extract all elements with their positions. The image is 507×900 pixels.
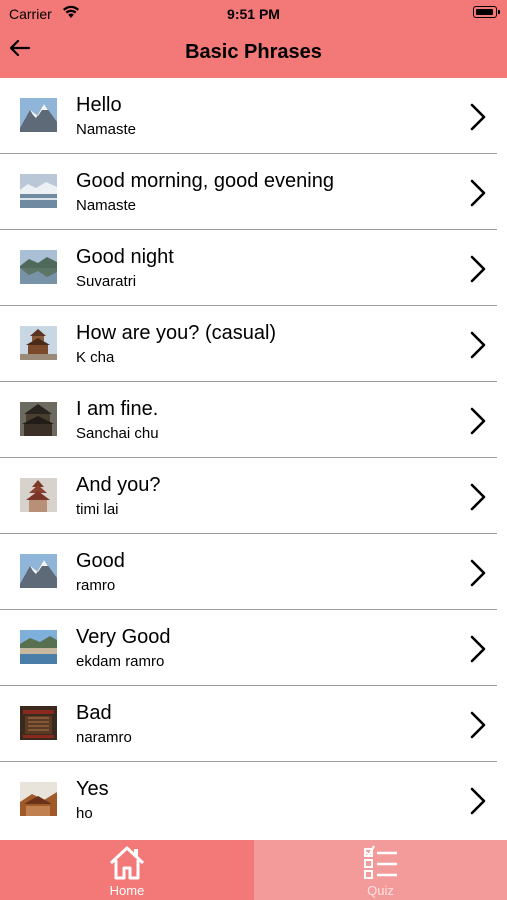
page-title: Basic Phrases	[185, 41, 322, 63]
phrase-translation: Suvaratri	[76, 273, 137, 290]
phrase-title: And you?	[76, 474, 161, 496]
checklist-icon	[361, 843, 401, 888]
phrase-translation: naramro	[76, 729, 132, 746]
chevron-right-icon	[469, 254, 487, 284]
tab-bar: Home Quiz	[0, 840, 507, 900]
phrase-thumbnail	[20, 98, 57, 132]
phrase-thumbnail	[20, 174, 57, 208]
phrase-thumbnail	[20, 706, 57, 740]
battery-icon	[473, 6, 500, 18]
phrase-title: Good morning, good evening	[76, 170, 334, 192]
status-bar: Carrier 9:51 PM	[0, 0, 507, 28]
phrase-title: Hello	[76, 94, 122, 116]
list-item[interactable]: How are you? (casual) K cha	[0, 306, 497, 382]
phrase-thumbnail	[20, 630, 57, 664]
tab-quiz-label: Quiz	[367, 883, 394, 898]
phrase-translation: Sanchai chu	[76, 425, 159, 442]
home-icon	[107, 843, 147, 888]
phrase-translation: timi lai	[76, 501, 119, 518]
chevron-right-icon	[469, 786, 487, 816]
status-time: 9:51 PM	[227, 6, 280, 22]
tab-home[interactable]: Home	[0, 840, 254, 900]
chevron-right-icon	[469, 634, 487, 664]
phrase-title: Yes	[76, 778, 109, 800]
phrase-title: How are you? (casual)	[76, 322, 277, 344]
phrase-translation: ekdam ramro	[76, 653, 165, 670]
phrase-translation: Namaste	[76, 121, 137, 138]
chevron-right-icon	[469, 330, 487, 360]
phrase-title: Good night	[76, 246, 174, 268]
phrase-thumbnail	[20, 326, 57, 360]
phrase-translation: ho	[76, 805, 93, 822]
phrase-translation: Namaste	[76, 197, 137, 214]
chevron-right-icon	[469, 178, 487, 208]
list-item[interactable]: Good ramro	[0, 534, 497, 610]
phrase-title: Good	[76, 550, 125, 572]
phrase-title: Bad	[76, 702, 112, 724]
phrase-thumbnail	[20, 250, 57, 284]
phrase-thumbnail	[20, 478, 57, 512]
phrase-title: I am fine.	[76, 398, 159, 420]
chevron-right-icon	[469, 710, 487, 740]
list-item[interactable]: Good night Suvaratri	[0, 230, 497, 306]
chevron-right-icon	[469, 102, 487, 132]
chevron-right-icon	[469, 406, 487, 436]
tab-quiz[interactable]: Quiz	[254, 840, 507, 900]
navigation-bar: Basic Phrases	[0, 28, 507, 78]
list-item[interactable]: Very Good ekdam ramro	[0, 610, 497, 686]
chevron-right-icon	[469, 558, 487, 588]
list-item[interactable]: And you? timi lai	[0, 458, 497, 534]
phrase-title: Very Good	[76, 626, 171, 648]
phrase-list: Hello Namaste Good morning, good evening Na…	[0, 78, 507, 840]
header: Carrier 9:51 PM Basic Phrases	[0, 0, 507, 78]
list-item[interactable]: I am fine. Sanchai chu	[0, 382, 497, 458]
list-item[interactable]: Hello Namaste	[0, 78, 497, 154]
phrase-thumbnail	[20, 782, 57, 816]
chevron-right-icon	[469, 482, 487, 512]
phrase-translation: K cha	[76, 349, 115, 366]
phrase-translation: ramro	[76, 577, 116, 594]
tab-home-label: Home	[109, 883, 145, 898]
list-item[interactable]: Yes ho	[0, 762, 497, 837]
list-item[interactable]: Bad naramro	[0, 686, 497, 762]
phrase-thumbnail	[20, 554, 57, 588]
phrase-thumbnail	[20, 402, 57, 436]
list-item[interactable]: Good morning, good evening Namaste	[0, 154, 497, 230]
